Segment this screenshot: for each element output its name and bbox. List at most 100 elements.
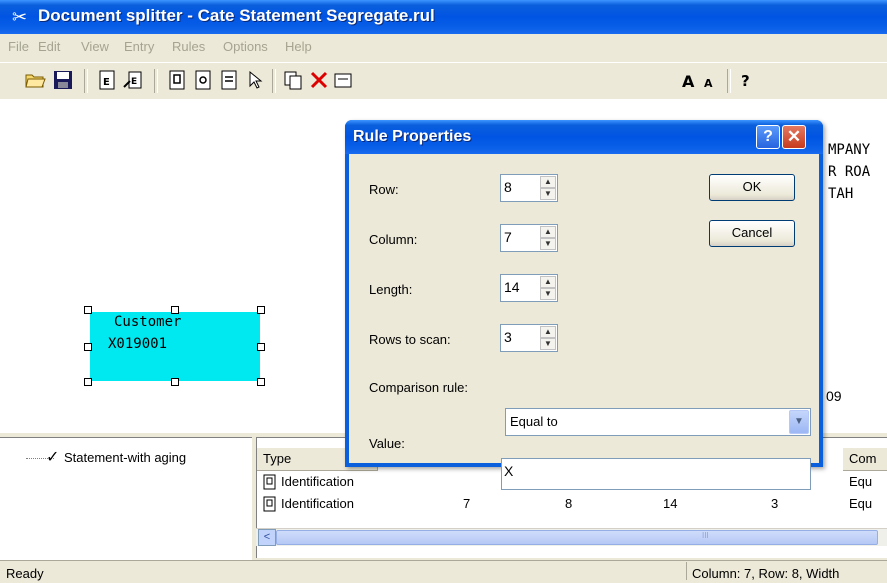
spin-up-icon[interactable]: ▲ bbox=[540, 176, 556, 188]
copy-icon[interactable] bbox=[282, 69, 304, 91]
length-value: 14 bbox=[504, 279, 520, 295]
svg-text:A: A bbox=[704, 77, 713, 90]
rows-to-scan-stepper[interactable]: 3 ▲ ▼ bbox=[500, 324, 558, 352]
document-text-line: MPANY bbox=[828, 142, 871, 158]
comparison-rule-select[interactable]: Equal to ▼ bbox=[505, 408, 811, 436]
rule-box-line: Customer bbox=[114, 314, 182, 330]
svg-text:A: A bbox=[682, 72, 695, 91]
rule-selection-box[interactable]: Customer X019001 bbox=[90, 312, 260, 381]
help-button[interactable]: ? bbox=[756, 125, 780, 149]
spin-up-icon[interactable]: ▲ bbox=[540, 326, 556, 338]
value-text: X bbox=[504, 463, 514, 479]
ok-button[interactable]: OK bbox=[709, 174, 795, 201]
toolbar-separator bbox=[84, 69, 88, 93]
svg-text:E: E bbox=[131, 77, 137, 87]
row-column: 7 bbox=[463, 496, 471, 511]
properties-icon[interactable] bbox=[332, 69, 354, 91]
resize-handle[interactable] bbox=[257, 378, 265, 386]
resize-handle[interactable] bbox=[171, 306, 179, 314]
check-icon: ✓ bbox=[46, 449, 60, 466]
row-comparison: Equ bbox=[849, 474, 873, 489]
scroll-thumb[interactable]: III bbox=[276, 530, 878, 545]
resize-handle[interactable] bbox=[257, 306, 265, 314]
edit-entry-icon[interactable]: E bbox=[122, 69, 144, 91]
spin-up-icon[interactable]: ▲ bbox=[540, 276, 556, 288]
row-type: Identification bbox=[281, 474, 354, 489]
value-field[interactable]: X bbox=[501, 458, 811, 490]
table-row[interactable]: Identification 7 8 14 3 Equ bbox=[257, 494, 887, 514]
row-stepper[interactable]: 8 ▲ ▼ bbox=[500, 174, 558, 202]
save-icon[interactable] bbox=[52, 69, 74, 91]
column-value: 7 bbox=[504, 229, 512, 245]
close-button[interactable]: ✕ bbox=[782, 125, 806, 149]
toolbar-separator bbox=[272, 69, 276, 93]
pointer-icon[interactable] bbox=[244, 69, 266, 91]
cursor-position: Column: 7, Row: 8, Width bbox=[692, 566, 840, 581]
cancel-button[interactable]: Cancel bbox=[709, 220, 795, 247]
row-value: 8 bbox=[504, 179, 512, 195]
resize-handle[interactable] bbox=[171, 378, 179, 386]
row-row: 8 bbox=[565, 496, 573, 511]
document-text-line: R ROA bbox=[828, 164, 871, 180]
rows-to-scan-value: 3 bbox=[504, 329, 512, 345]
row-length: 14 bbox=[663, 496, 678, 511]
new-entry-icon[interactable]: E bbox=[96, 69, 118, 91]
font-shrink-icon[interactable]: A bbox=[700, 69, 722, 91]
menu-bar: File Edit View Entry Rules Options Help bbox=[0, 34, 887, 60]
menu-options[interactable]: Options bbox=[223, 39, 268, 54]
tree-item-statement[interactable]: Statement-with aging bbox=[64, 450, 186, 465]
column-header-comparison[interactable]: Com bbox=[843, 448, 887, 471]
resize-handle[interactable] bbox=[84, 343, 92, 351]
row-scan: 3 bbox=[771, 496, 779, 511]
rows-to-scan-label: Rows to scan: bbox=[369, 332, 451, 347]
rule-properties-dialog: Rule Properties ? ✕ Row: 8 ▲ ▼ Column: 7 … bbox=[345, 120, 823, 490]
help-pointer-icon[interactable]: ? bbox=[736, 69, 758, 91]
menu-help[interactable]: Help bbox=[285, 39, 312, 54]
spin-down-icon[interactable]: ▼ bbox=[540, 238, 556, 250]
rule-icon bbox=[263, 474, 277, 493]
menu-rules[interactable]: Rules bbox=[172, 39, 205, 54]
length-stepper[interactable]: 14 ▲ ▼ bbox=[500, 274, 558, 302]
document-text-line: TAH bbox=[828, 186, 854, 202]
scroll-grip: III bbox=[702, 531, 709, 540]
rule-icon bbox=[263, 496, 277, 515]
resize-handle[interactable] bbox=[84, 306, 92, 314]
value-label: Value: bbox=[369, 436, 405, 451]
menu-file[interactable]: File bbox=[8, 39, 29, 54]
toolbar: E E A A ? bbox=[0, 62, 887, 100]
delete-icon[interactable] bbox=[308, 69, 330, 91]
document-rule-icon[interactable] bbox=[192, 69, 214, 91]
font-size-icon[interactable]: A bbox=[680, 69, 702, 91]
column-stepper[interactable]: 7 ▲ ▼ bbox=[500, 224, 558, 252]
chevron-down-icon[interactable]: ▼ bbox=[789, 410, 809, 434]
comparison-rule-value: Equal to bbox=[510, 414, 558, 429]
open-folder-icon[interactable] bbox=[24, 69, 46, 91]
rule-tree: ✓ Statement-with aging bbox=[0, 437, 252, 575]
spin-down-icon[interactable]: ▼ bbox=[540, 338, 556, 350]
svg-text:E: E bbox=[103, 77, 110, 88]
toolbar-separator bbox=[154, 69, 158, 93]
svg-text:?: ? bbox=[741, 72, 750, 90]
length-label: Length: bbox=[369, 282, 413, 297]
splitter-icon: ✂ bbox=[12, 7, 28, 27]
spin-down-icon[interactable]: ▼ bbox=[540, 288, 556, 300]
window-title: Document splitter - Cate Statement Segre… bbox=[38, 6, 435, 25]
row-comparison: Equ bbox=[849, 496, 873, 511]
spin-up-icon[interactable]: ▲ bbox=[540, 226, 556, 238]
scroll-left-arrow-icon[interactable]: < bbox=[258, 529, 276, 546]
menu-edit[interactable]: Edit bbox=[38, 39, 60, 54]
resize-handle[interactable] bbox=[84, 378, 92, 386]
spin-down-icon[interactable]: ▼ bbox=[540, 188, 556, 200]
comparison-rule-label: Comparison rule: bbox=[369, 380, 468, 395]
menu-entry[interactable]: Entry bbox=[124, 39, 154, 54]
row-type: Identification bbox=[281, 496, 354, 511]
menu-view[interactable]: View bbox=[81, 39, 109, 54]
row-label: Row: bbox=[369, 182, 399, 197]
dialog-body: Row: 8 ▲ ▼ Column: 7 ▲ ▼ Length: 14 ▲ ▼ Row… bbox=[349, 154, 819, 490]
identification-rule-icon[interactable] bbox=[166, 69, 188, 91]
page-rule-icon[interactable] bbox=[218, 69, 240, 91]
resize-handle[interactable] bbox=[257, 343, 265, 351]
document-text-line: 09 bbox=[826, 388, 842, 404]
column-label: Column: bbox=[369, 232, 418, 247]
dialog-title: Rule Properties bbox=[353, 128, 472, 145]
